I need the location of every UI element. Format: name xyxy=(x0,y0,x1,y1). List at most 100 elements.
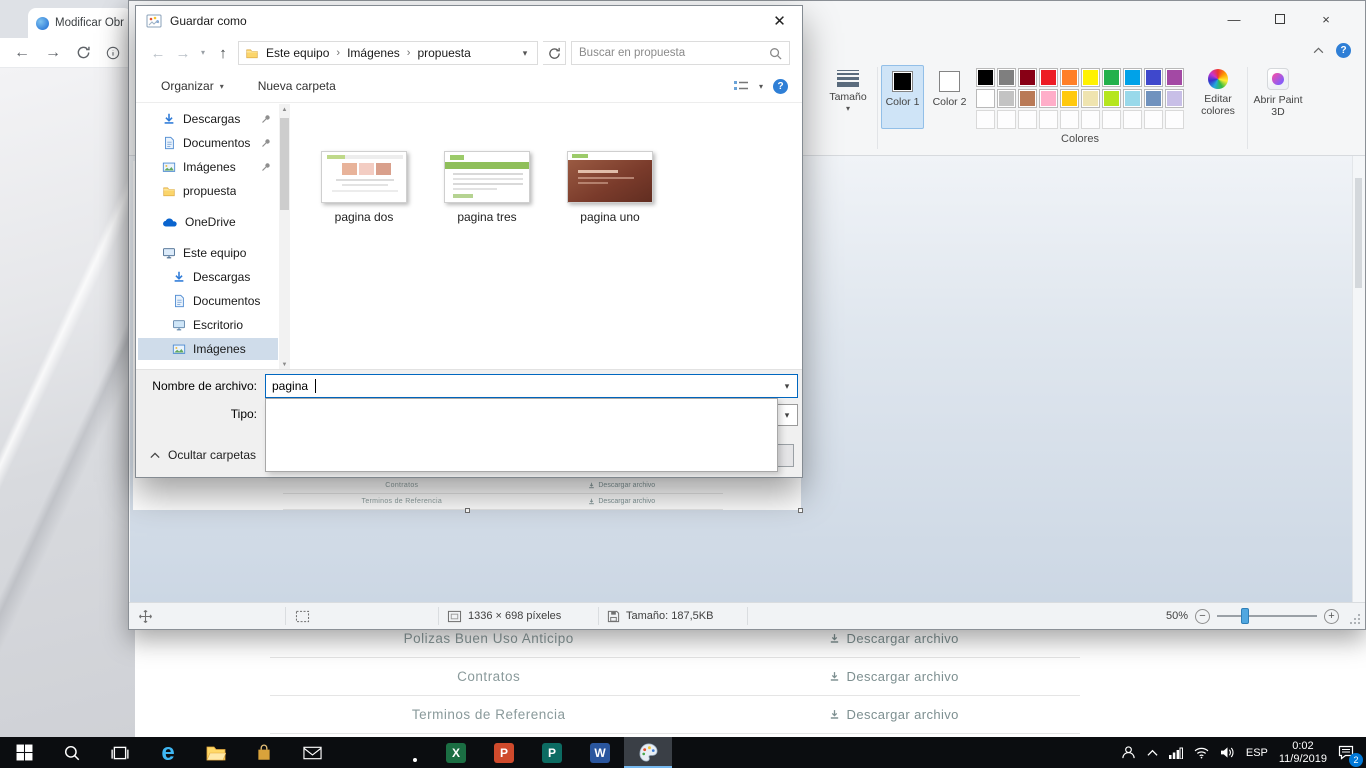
palette-empty-slot[interactable] xyxy=(1165,110,1184,129)
palette-swatch[interactable] xyxy=(1018,89,1037,108)
up-icon[interactable]: ↑ xyxy=(213,46,233,61)
taskbar-app-excel[interactable]: X xyxy=(432,737,480,768)
edit-colors-button[interactable]: Editar colores xyxy=(1193,68,1243,117)
taskbar-app-publisher[interactable]: P xyxy=(528,737,576,768)
palette-swatch[interactable] xyxy=(976,68,995,87)
canvas-vertical-scrollbar[interactable] xyxy=(1352,156,1364,602)
palette-swatch[interactable] xyxy=(1081,89,1100,108)
file-item-pagina-tres[interactable]: pagina tres xyxy=(441,151,533,224)
scrollbar-thumb[interactable] xyxy=(280,118,289,210)
taskbar-app-powerpoint[interactable]: P xyxy=(480,737,528,768)
palette-empty-slot[interactable] xyxy=(976,110,995,129)
refresh-button[interactable] xyxy=(543,41,566,65)
palette-swatch[interactable] xyxy=(1102,89,1121,108)
palette-swatch[interactable] xyxy=(1060,89,1079,108)
download-link[interactable]: Descargar archivo xyxy=(521,482,723,489)
sidebar-scrollbar[interactable]: ▲ ▼ xyxy=(279,104,290,371)
forward-icon[interactable]: → xyxy=(173,46,193,61)
taskbar-app-search[interactable] xyxy=(48,737,96,768)
chevron-down-icon[interactable]: ▾ xyxy=(759,82,763,91)
palette-empty-slot[interactable] xyxy=(1039,110,1058,129)
color2-button[interactable]: Color 2 xyxy=(928,65,971,129)
notification-badge[interactable]: 2 xyxy=(1349,753,1363,767)
hide-folders-button[interactable]: Ocultar carpetas xyxy=(150,448,256,462)
zoom-in-button[interactable]: + xyxy=(1324,609,1339,624)
minimize-button[interactable]: — xyxy=(1211,5,1257,33)
download-link[interactable]: Descargar archivo xyxy=(707,707,1080,722)
address-bar[interactable]: Este equipo › Imágenes › propuesta ▾ xyxy=(238,41,538,65)
breadcrumb-item[interactable]: Este equipo xyxy=(263,46,332,60)
palette-swatch[interactable] xyxy=(1123,68,1142,87)
cellular-signal-icon[interactable] xyxy=(1169,747,1183,759)
palette-empty-slot[interactable] xyxy=(997,110,1016,129)
palette-swatch[interactable] xyxy=(1123,89,1142,108)
palette-swatch[interactable] xyxy=(1039,68,1058,87)
palette-swatch[interactable] xyxy=(1081,68,1100,87)
search-input[interactable] xyxy=(579,47,763,59)
palette-swatch[interactable] xyxy=(997,89,1016,108)
refresh-icon[interactable] xyxy=(76,45,91,60)
palette-swatch[interactable] xyxy=(1060,68,1079,87)
forward-icon[interactable]: → xyxy=(45,45,61,61)
info-icon[interactable] xyxy=(106,46,120,60)
taskbar-app-paint[interactable] xyxy=(624,737,672,768)
chevron-down-icon[interactable]: ▾ xyxy=(777,381,797,392)
size-button[interactable]: Tamaño ▾ xyxy=(823,68,873,113)
palette-swatch[interactable] xyxy=(1018,68,1037,87)
browser-tab[interactable]: Modificar Obra/ xyxy=(28,8,132,38)
palette-empty-slot[interactable] xyxy=(1144,110,1163,129)
taskbar-app-word[interactable]: W xyxy=(576,737,624,768)
taskbar-app-file-explorer[interactable] xyxy=(192,737,240,768)
zoom-out-button[interactable]: − xyxy=(1195,609,1210,624)
taskbar-app-store[interactable] xyxy=(240,737,288,768)
file-item-pagina-uno[interactable]: pagina uno xyxy=(564,151,656,224)
download-link[interactable]: Descargar archivo xyxy=(707,669,1080,684)
wifi-icon[interactable] xyxy=(1194,747,1209,759)
color1-button[interactable]: Color 1 xyxy=(881,65,924,129)
show-hidden-icons-icon[interactable] xyxy=(1147,749,1158,757)
palette-swatch[interactable] xyxy=(976,89,995,108)
views-icon[interactable] xyxy=(733,79,749,93)
sidebar-item-imagenes[interactable]: Imágenes xyxy=(138,156,278,178)
resize-grip[interactable] xyxy=(1349,613,1362,626)
maximize-button[interactable] xyxy=(1257,5,1303,33)
taskbar-app-start[interactable] xyxy=(0,737,48,768)
chevron-down-icon[interactable]: ▾ xyxy=(517,48,533,59)
dialog-close-button[interactable]: ✕ xyxy=(757,6,802,35)
back-icon[interactable]: ← xyxy=(148,46,168,61)
filename-input[interactable] xyxy=(266,379,777,393)
palette-swatch[interactable] xyxy=(1144,89,1163,108)
breadcrumb-item[interactable]: propuesta xyxy=(414,46,473,60)
scroll-up-icon[interactable]: ▲ xyxy=(279,104,290,116)
zoom-slider[interactable] xyxy=(1217,615,1317,617)
sidebar-item-propuesta[interactable]: propuesta xyxy=(138,180,278,202)
open-paint3d-button[interactable]: Abrir Paint 3D xyxy=(1251,68,1305,118)
palette-empty-slot[interactable] xyxy=(1018,110,1037,129)
clock[interactable]: 0:02 11/9/2019 xyxy=(1279,740,1327,765)
help-icon[interactable]: ? xyxy=(1336,43,1351,58)
help-icon[interactable]: ? xyxy=(773,79,788,94)
file-item-pagina-dos[interactable]: pagina dos xyxy=(318,151,410,224)
palette-empty-slot[interactable] xyxy=(1123,110,1142,129)
sidebar-item-documentos[interactable]: Documentos xyxy=(138,132,278,154)
taskbar-app-mail[interactable] xyxy=(288,737,336,768)
sidebar-item-descargas[interactable]: Descargas xyxy=(138,108,278,130)
search-icon[interactable] xyxy=(769,47,782,60)
canvas-resize-handle-bottom[interactable] xyxy=(465,508,470,513)
palette-empty-slot[interactable] xyxy=(1060,110,1079,129)
download-link[interactable]: Descargar archivo xyxy=(521,498,723,505)
download-link[interactable]: Descargar archivo xyxy=(707,631,1080,646)
taskbar-app-task-view[interactable] xyxy=(96,737,144,768)
breadcrumb-item[interactable]: Imágenes xyxy=(344,46,403,60)
sidebar-item-descargas[interactable]: Descargas xyxy=(138,266,278,288)
zoom-slider-thumb[interactable] xyxy=(1241,608,1249,624)
close-button[interactable]: × xyxy=(1303,5,1349,33)
canvas-resize-handle-corner[interactable] xyxy=(798,508,803,513)
collapse-ribbon-icon[interactable] xyxy=(1313,47,1324,54)
taskbar-app-edge[interactable]: e xyxy=(144,737,192,768)
palette-swatch[interactable] xyxy=(1165,89,1184,108)
palette-swatch[interactable] xyxy=(1039,89,1058,108)
history-chevron-icon[interactable]: ▾ xyxy=(198,49,208,57)
sidebar-item-este-equipo[interactable]: Este equipo xyxy=(138,242,278,264)
volume-icon[interactable] xyxy=(1220,746,1235,759)
